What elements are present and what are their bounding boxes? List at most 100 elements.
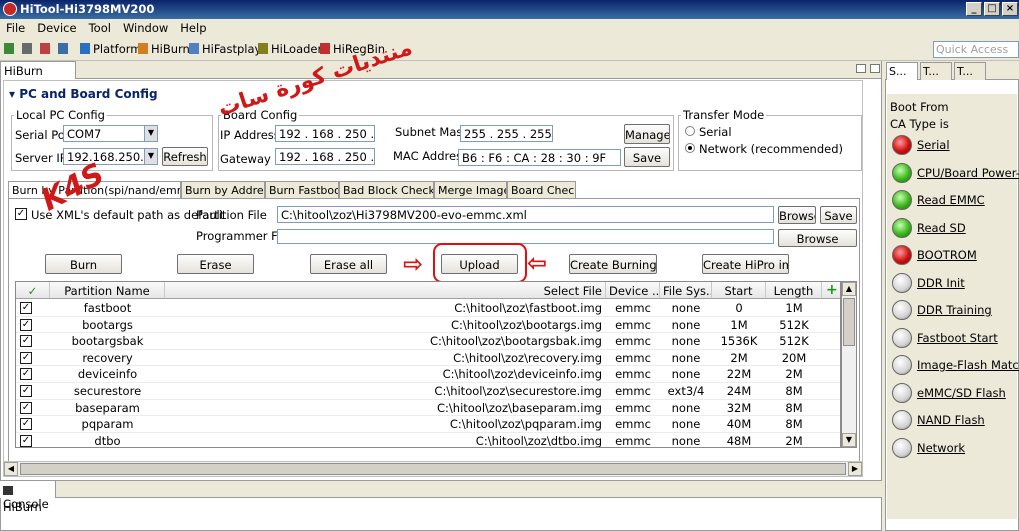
header-partition-name[interactable]: Partition Name [50, 282, 165, 299]
tab-burn-by-address[interactable]: Burn by Address [181, 181, 265, 198]
table-row[interactable]: ✓ baseparam C:\hitool\zoz\baseparam.img emm… [16, 400, 840, 417]
partition-save-button[interactable]: Save [820, 206, 857, 224]
header-length[interactable]: Length [766, 282, 822, 299]
close-button[interactable]: × [1002, 2, 1018, 16]
row-checkbox[interactable]: ✓ [20, 368, 32, 381]
status-step-link[interactable]: DDR Init [917, 276, 965, 290]
t-tab[interactable]: T... [920, 62, 952, 80]
table-row[interactable]: ✓ bootargs C:\hitool\zoz\bootargs.img emmc n… [16, 317, 840, 334]
toolbar-hiburn[interactable]: HiBurn [138, 42, 190, 56]
add-partition-icon[interactable]: + [822, 282, 840, 299]
partition-browse-button[interactable]: Browse [778, 206, 816, 224]
toolbar-hiloader[interactable]: HiLoader [258, 42, 322, 56]
tool-icon[interactable] [40, 42, 53, 56]
menu-window[interactable]: Window [117, 19, 174, 37]
quick-access-input[interactable]: Quick Access [933, 41, 1019, 58]
row-checkbox[interactable]: ✓ [20, 335, 32, 348]
status-step-link[interactable]: Network [917, 441, 965, 455]
table-row[interactable]: ✓ deviceinfo C:\hitool\zoz\deviceinfo.img e… [16, 366, 840, 383]
table-row[interactable]: ✓ pqparam C:\hitool\zoz\pqparam.img emmc non… [16, 416, 840, 433]
row-checkbox[interactable]: ✓ [20, 385, 32, 397]
table-row[interactable]: ✓ recovery C:\hitool\zoz\recovery.img emmc n… [16, 350, 840, 367]
table-vertical-scrollbar[interactable]: ▲ ▼ [841, 281, 857, 448]
scroll-right-icon[interactable]: ▶ [848, 462, 862, 476]
mac-address-field[interactable]: B6 : F6 : CA : 28 : 30 : 9F [458, 149, 621, 166]
header-device[interactable]: Device ... [606, 282, 660, 299]
status-step-link[interactable]: Read SD [917, 221, 966, 235]
connect-icon[interactable] [4, 42, 17, 56]
scroll-up-icon[interactable]: ▲ [842, 282, 856, 296]
menu-device[interactable]: Device [31, 19, 82, 37]
h-scroll-thumb[interactable] [20, 463, 846, 475]
tab-burn-fastboot[interactable]: Burn Fastboot [265, 181, 339, 198]
maximize-view-icon[interactable] [870, 64, 880, 73]
view-tab-hiburn[interactable]: HiBurn View [0, 61, 76, 92]
menu-help[interactable]: Help [174, 19, 212, 37]
scroll-left-icon[interactable]: ◀ [4, 462, 18, 476]
board-save-button[interactable]: Save [624, 147, 670, 167]
select-all-icon[interactable]: ✓ [16, 282, 50, 299]
console-tab[interactable]: Console [0, 481, 56, 511]
programmer-file-field[interactable] [277, 229, 774, 244]
status-led-icon [892, 162, 912, 183]
status-step-link[interactable]: Serial [917, 138, 950, 152]
scroll-thumb[interactable] [843, 298, 855, 346]
create-burning-image-button[interactable]: Create Burning Image [569, 254, 657, 274]
erase-button[interactable]: Erase [177, 254, 254, 274]
erase-all-button[interactable]: Erase all [310, 254, 387, 274]
ip-address-field[interactable]: 192 . 168 . 250 . 137 [275, 125, 375, 142]
status-step-link[interactable]: DDR Training [917, 303, 992, 317]
row-checkbox[interactable]: ✓ [20, 434, 32, 447]
burn-button[interactable]: Burn [45, 254, 122, 274]
use-xml-checkbox[interactable]: ✓ [15, 208, 27, 220]
table-row[interactable]: ✓ dtbo C:\hitool\zoz\dtbo.img emmc none 48M 2M [16, 433, 840, 447]
tool-icon[interactable] [22, 42, 35, 56]
table-row[interactable]: ✓ bootargsbak C:\hitool\zoz\bootargsbak.im… [16, 333, 840, 350]
status-step-link[interactable]: BOOTROM [917, 248, 977, 262]
row-checkbox[interactable]: ✓ [20, 401, 32, 414]
t-tab-2[interactable]: T... [954, 62, 986, 80]
header-select-file[interactable]: Select File [165, 282, 606, 299]
server-ip-select[interactable]: 192.168.250.136 ▼ [63, 148, 158, 165]
status-step-link[interactable]: Fastboot Start [917, 331, 998, 345]
toolbar-hifastplay[interactable]: HiFastplay [189, 42, 261, 56]
minimize-view-icon[interactable] [856, 64, 866, 73]
toolbar-platform[interactable]: Platform [80, 42, 142, 56]
status-step-link[interactable]: NAND Flash [917, 413, 985, 427]
status-led-icon [892, 382, 912, 403]
subnet-mask-field[interactable]: 255 . 255 . 255 . 0 [460, 125, 553, 142]
header-file-system[interactable]: File Sys... [660, 282, 712, 299]
view-horizontal-scrollbar[interactable]: ◀ ▶ [3, 461, 863, 477]
create-hipro-image-button[interactable]: Create HiPro image [702, 254, 789, 274]
tab-board-check[interactable]: Board Check [507, 181, 576, 198]
row-checkbox[interactable]: ✓ [20, 302, 32, 314]
menu-tool[interactable]: Tool [83, 19, 117, 37]
gateway-field[interactable]: 192 . 168 . 250 . 23 [275, 148, 375, 165]
scroll-down-icon[interactable]: ▼ [842, 433, 856, 447]
status-step-link[interactable]: CPU/Board Power- [917, 166, 1019, 180]
row-checkbox[interactable]: ✓ [20, 418, 32, 431]
serial-radio[interactable] [685, 126, 695, 136]
status-step-link[interactable]: Image-Flash Match [917, 358, 1019, 372]
tab-merge-image[interactable]: Merge Image [434, 181, 507, 198]
partition-file-field[interactable]: C:\hitool\zoz\Hi3798MV200-evo-emmc.xml [277, 206, 774, 223]
row-checkbox[interactable]: ✓ [20, 318, 32, 331]
network-radio[interactable] [685, 143, 695, 153]
minimize-button[interactable]: _ [966, 2, 982, 16]
tab-bad-block-checker[interactable]: Bad Block Checker [339, 181, 434, 198]
table-row[interactable]: ✓ fastboot C:\hitool\zoz\fastboot.img emmc n… [16, 300, 840, 317]
status-step-link[interactable]: Read EMMC [917, 193, 985, 207]
serial-port-select[interactable]: COM7 ▼ [63, 125, 158, 142]
status-step-link[interactable]: eMMC/SD Flash [917, 386, 1006, 400]
programmer-browse-button[interactable]: Browse [778, 229, 857, 247]
status-tab[interactable]: S... [886, 62, 918, 80]
row-checkbox[interactable]: ✓ [20, 351, 32, 364]
refresh-button[interactable]: Refresh [162, 147, 208, 166]
menu-file[interactable]: File [0, 19, 31, 37]
manage-button[interactable]: Manage [624, 124, 670, 144]
maximize-button[interactable]: □ [984, 2, 1000, 16]
section-title[interactable]: ▾ PC and Board Config [9, 87, 158, 101]
table-row[interactable]: ✓ securestore C:\hitool\zoz\securestore.im… [16, 383, 840, 400]
tool-icon[interactable] [58, 42, 71, 56]
header-start[interactable]: Start [712, 282, 766, 299]
